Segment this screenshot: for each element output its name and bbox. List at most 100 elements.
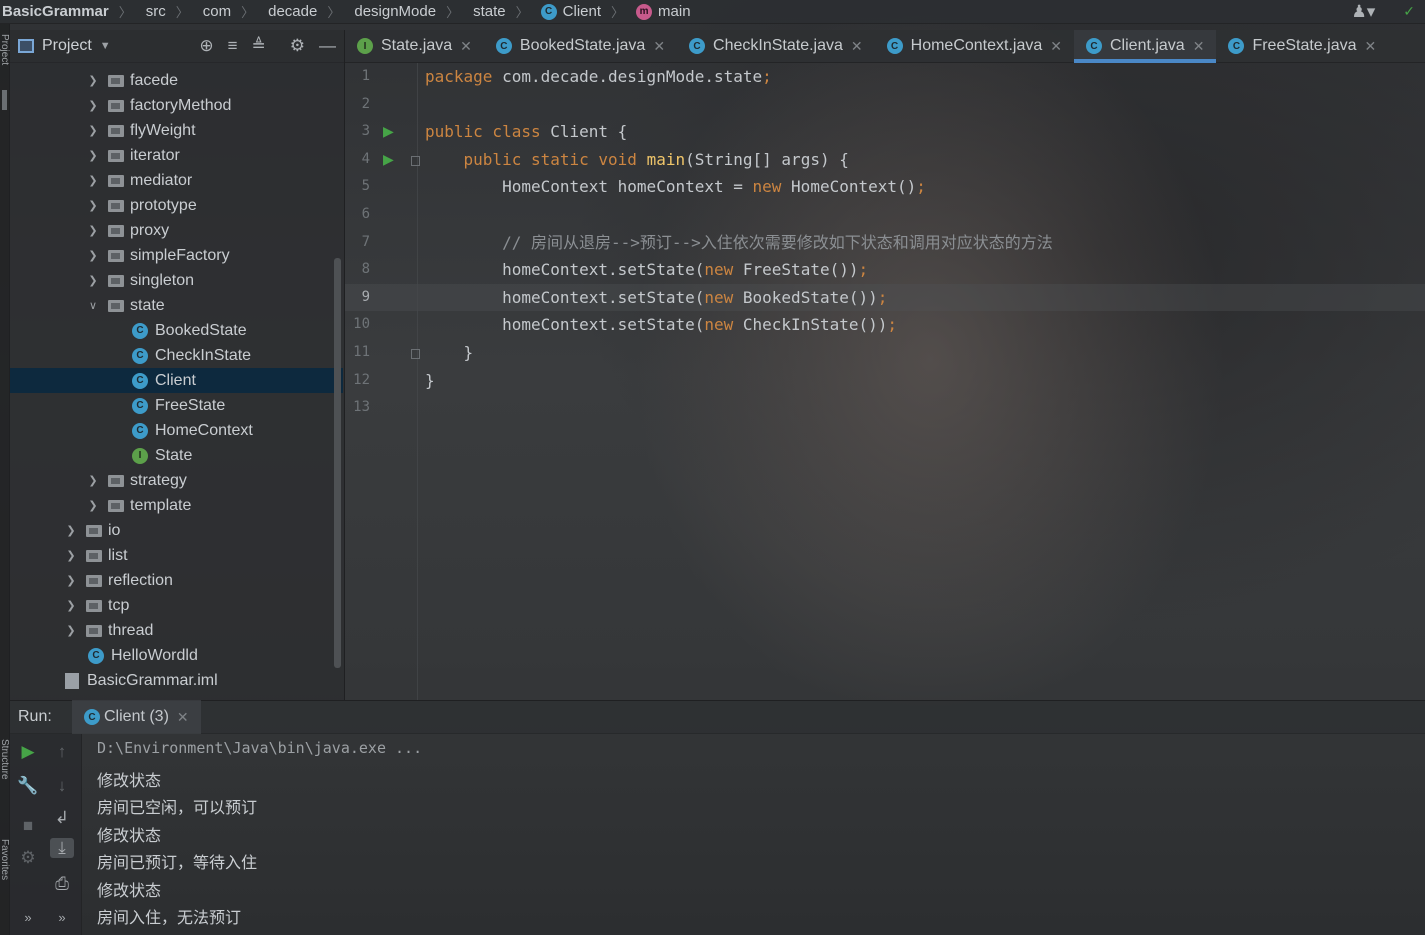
breadcrumb-designmode[interactable]: designMode 〉 xyxy=(346,2,465,21)
tree-item-flyweight[interactable]: ❯ flyWeight xyxy=(10,118,343,143)
close-icon[interactable]: ✕ xyxy=(1050,38,1062,55)
tree-item-io[interactable]: ❯ io xyxy=(10,518,343,543)
tree-item-prototype[interactable]: ❯ prototype xyxy=(10,193,343,218)
code-editor[interactable]: package com.decade.designMode.state; publ… xyxy=(418,63,1425,700)
tree-item-facede[interactable]: ❯ facede xyxy=(10,68,343,93)
chevron-right-icon[interactable]: ❯ xyxy=(86,474,100,487)
close-icon[interactable]: ✕ xyxy=(1193,38,1205,55)
settings-icon[interactable]: ⚙ xyxy=(16,848,40,868)
hide-icon[interactable]: — xyxy=(319,36,336,56)
console-command: D:\Environment\Java\bin\java.exe ... xyxy=(97,739,423,757)
project-scrollbar[interactable] xyxy=(334,258,341,668)
scroll-to-end-icon[interactable]: ⤓ xyxy=(50,838,74,858)
breadcrumb-main[interactable]: m main xyxy=(630,3,693,20)
tree-item-checkinstate[interactable]: C CheckInState xyxy=(10,343,343,368)
more-icon[interactable]: » xyxy=(16,910,40,925)
line-number: 6 xyxy=(361,206,370,222)
chevron-right-icon[interactable]: ❯ xyxy=(64,524,78,537)
breadcrumb-state[interactable]: state 〉 xyxy=(465,2,535,21)
breadcrumb-com[interactable]: com 〉 xyxy=(195,2,260,21)
chevron-right-icon[interactable]: ❯ xyxy=(86,274,100,287)
tree-item-homecontext[interactable]: C HomeContext xyxy=(10,418,343,443)
breadcrumb-project[interactable]: BasicGrammar 〉 xyxy=(0,2,138,21)
tree-item-state[interactable]: I State xyxy=(10,443,343,468)
breadcrumb-decade[interactable]: decade 〉 xyxy=(260,2,346,21)
tree-item-template[interactable]: ❯ template xyxy=(10,493,343,518)
chevron-right-icon[interactable]: ❯ xyxy=(86,124,100,137)
breadcrumb-client[interactable]: C Client 〉 xyxy=(535,2,630,21)
tree-item-state[interactable]: ∨ state xyxy=(10,293,343,318)
tree-item-tcp[interactable]: ❯ tcp xyxy=(10,593,343,618)
chevron-right-icon[interactable]: ❯ xyxy=(64,574,78,587)
code-token: } xyxy=(425,370,435,390)
code-token: ; xyxy=(916,177,926,197)
tree-item-proxy[interactable]: ❯ proxy xyxy=(10,218,343,243)
soft-wrap-icon[interactable]: ↲ xyxy=(50,808,74,828)
stop-icon[interactable]: ■ xyxy=(16,816,40,836)
tree-item-factorymethod[interactable]: ❯ factoryMethod xyxy=(10,93,343,118)
chevron-down-icon[interactable]: ∨ xyxy=(86,299,100,312)
run-console[interactable]: D:\Environment\Java\bin\java.exe ... 修改状态… xyxy=(82,734,1425,935)
tab-freestate-java[interactable]: C FreeState.java ✕ xyxy=(1216,30,1388,62)
more-icon[interactable]: » xyxy=(50,910,74,925)
tree-item-mediator[interactable]: ❯ mediator xyxy=(10,168,343,193)
tree-item-strategy[interactable]: ❯ strategy xyxy=(10,468,343,493)
chevron-right-icon[interactable]: ❯ xyxy=(86,249,100,262)
run-gutter-icon[interactable]: ▶ xyxy=(383,151,394,168)
gear-icon[interactable]: ⚙ xyxy=(290,36,305,56)
project-panel-title[interactable]: Project xyxy=(42,37,92,55)
tree-item-label: facede xyxy=(130,71,179,89)
tree-item-freestate[interactable]: C FreeState xyxy=(10,393,343,418)
close-icon[interactable]: ✕ xyxy=(851,38,863,55)
chevron-right-icon[interactable]: ❯ xyxy=(86,74,100,87)
chevron-right-icon[interactable]: ❯ xyxy=(86,224,100,237)
wrench-icon[interactable]: 🔧 xyxy=(16,776,40,796)
chevron-right-icon[interactable]: ❯ xyxy=(86,499,100,512)
chevron-right-icon[interactable]: ❯ xyxy=(64,549,78,562)
tree-item-thread[interactable]: ❯ thread xyxy=(10,618,343,643)
chevron-down-icon[interactable]: ▼ xyxy=(100,40,111,52)
project-tool-label[interactable]: Project xyxy=(0,34,10,94)
chevron-right-icon[interactable]: ❯ xyxy=(64,599,78,612)
rerun-icon[interactable]: ▶ xyxy=(16,742,40,762)
user-icon[interactable]: ♟▾ xyxy=(1351,2,1375,22)
tree-item-bookedstate[interactable]: C BookedState xyxy=(10,318,343,343)
chevron-right-icon[interactable]: ❯ xyxy=(86,99,100,112)
tree-item-reflection[interactable]: ❯ reflection xyxy=(10,568,343,593)
print-icon[interactable]: ⎙ xyxy=(50,874,74,894)
chevron-right-icon[interactable]: ❯ xyxy=(86,149,100,162)
favorites-tool-label[interactable]: Favorites xyxy=(0,839,10,919)
chevron-right-icon[interactable]: ❯ xyxy=(86,174,100,187)
arrow-down-icon[interactable]: ↓ xyxy=(50,776,74,796)
chevron-right-icon[interactable]: ❯ xyxy=(64,624,78,637)
update-icon[interactable]: ✓ xyxy=(1403,3,1415,20)
code-token: HomeContext homeContext = xyxy=(425,177,753,197)
locate-icon[interactable]: ⊕ xyxy=(199,36,213,56)
close-icon[interactable]: ✕ xyxy=(460,38,472,55)
tree-item-singleton[interactable]: ❯ singleton xyxy=(10,268,343,293)
close-icon[interactable]: ✕ xyxy=(177,709,189,726)
tab-bookedstate-java[interactable]: C BookedState.java ✕ xyxy=(484,30,677,62)
breadcrumb-src[interactable]: src 〉 xyxy=(138,2,195,21)
expand-all-icon[interactable]: ≡ xyxy=(228,36,238,56)
tree-item-list[interactable]: ❯ list xyxy=(10,543,343,568)
tab-homecontext-java[interactable]: C HomeContext.java ✕ xyxy=(875,30,1074,62)
run-gutter-icon[interactable]: ▶ xyxy=(383,123,394,140)
collapse-all-icon[interactable]: ≜ xyxy=(252,36,266,56)
tab-checkinstate-java[interactable]: C CheckInState.java ✕ xyxy=(677,30,875,62)
tree-item-hellowordld[interactable]: C HelloWordld xyxy=(10,643,343,668)
tree-item-label: CheckInState xyxy=(155,346,252,364)
tree-item-basicgrammar-iml[interactable]: BasicGrammar.iml xyxy=(10,668,343,693)
folder-icon xyxy=(86,524,102,537)
run-tab-client[interactable]: C Client (3) ✕ xyxy=(72,700,201,734)
tree-item-client[interactable]: C Client xyxy=(10,368,343,393)
tree-item-simplefactory[interactable]: ❯ simpleFactory xyxy=(10,243,343,268)
close-icon[interactable]: ✕ xyxy=(1365,38,1377,55)
close-icon[interactable]: ✕ xyxy=(653,38,665,55)
arrow-up-icon[interactable]: ↑ xyxy=(50,742,74,762)
tab-state-java[interactable]: I State.java ✕ xyxy=(345,30,484,62)
chevron-right-icon[interactable]: ❯ xyxy=(86,199,100,212)
tree-item-iterator[interactable]: ❯ iterator xyxy=(10,143,343,168)
structure-tool-label[interactable]: Structure xyxy=(0,739,10,809)
tab-client-java[interactable]: C Client.java ✕ xyxy=(1074,30,1217,63)
